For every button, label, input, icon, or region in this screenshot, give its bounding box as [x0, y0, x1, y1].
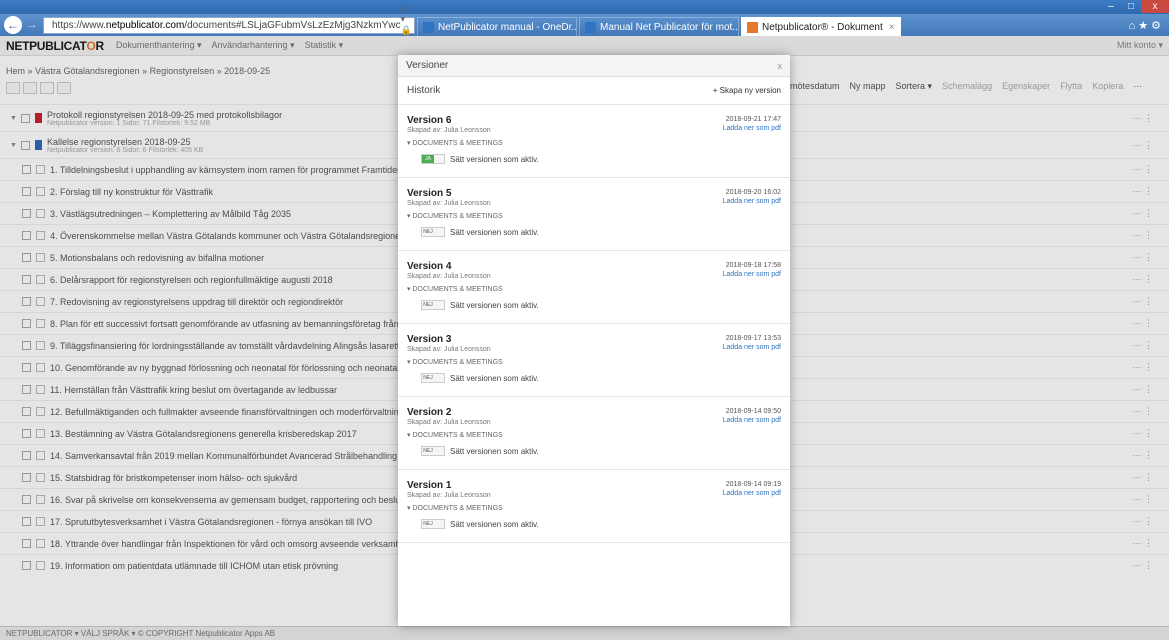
active-toggle-row: NEJ Sätt versionen som aktiv. [407, 373, 781, 383]
section-toggle[interactable]: ▾ DOCUMENTS & MEETINGS [407, 504, 781, 512]
version-item: Version 2 Skapad av: Julia Leonsson 2018-0… [398, 397, 790, 470]
version-list: Version 6 Skapad av: Julia Leonsson 2018-0… [398, 105, 790, 543]
url-domain: netpublicator.com [105, 19, 185, 31]
version-date: 2018-09-14 09:50 [725, 408, 781, 415]
versions-dialog: Versioner x Historik + Skapa ny version … [398, 55, 790, 626]
forward-icon[interactable]: → [25, 18, 39, 32]
download-pdf-link[interactable]: Ladda ner som pdf [723, 271, 781, 278]
active-toggle[interactable]: NEJ [421, 519, 445, 529]
history-bar: Historik + Skapa ny version [398, 77, 790, 105]
download-pdf-link[interactable]: Ladda ner som pdf [723, 198, 781, 205]
section-toggle[interactable]: ▾ DOCUMENTS & MEETINGS [407, 358, 781, 366]
browser-tab[interactable]: Netpublicator® - Dokument × [741, 17, 901, 36]
toggle-knob: NEJ [423, 448, 433, 454]
tab-label: Netpublicator® - Dokument [762, 21, 883, 33]
tab-favicon-icon [423, 21, 434, 33]
tab-close-icon[interactable]: × [889, 22, 895, 33]
active-toggle[interactable]: NEJ [421, 373, 445, 383]
window-controls: – □ x [1101, 0, 1169, 13]
download-pdf-link[interactable]: Ladda ner som pdf [723, 344, 781, 351]
dialog-header: Versioner x [398, 55, 790, 77]
tab-favicon-icon [747, 21, 758, 33]
toggle-knob: JA [422, 155, 434, 163]
download-pdf-link[interactable]: Ladda ner som pdf [723, 417, 781, 424]
section-toggle[interactable]: ▾ DOCUMENTS & MEETINGS [407, 139, 781, 147]
version-item: Version 5 Skapad av: Julia Leonsson 2018-0… [398, 178, 790, 251]
back-icon[interactable]: ← [4, 16, 22, 34]
download-pdf-link[interactable]: Ladda ner som pdf [723, 125, 781, 132]
url-prefix: https://www. [52, 19, 106, 31]
browser-toolbar: ← → https://www. netpublicator.com/docume… [0, 4, 1169, 46]
toggle-label: Sätt versionen som aktiv. [450, 227, 539, 237]
create-version-button[interactable]: + Skapa ny version [713, 86, 781, 95]
toggle-label: Sätt versionen som aktiv. [450, 373, 539, 383]
address-bar[interactable]: https://www. netpublicator.com/documents#… [43, 4, 415, 46]
close-icon[interactable]: x [778, 61, 783, 71]
tab-label: Manual Net Publicator för mot... [600, 21, 739, 33]
toggle-knob: NEJ [423, 375, 433, 381]
minimize-button[interactable]: – [1101, 0, 1121, 13]
toggle-label: Sätt versionen som aktiv. [450, 300, 539, 310]
version-item: Version 6 Skapad av: Julia Leonsson 2018-0… [398, 105, 790, 178]
window-titlebar: – □ x [0, 0, 1169, 14]
tab-label: NetPublicator manual - OneDr... [438, 21, 577, 33]
history-label: Historik [407, 85, 441, 96]
active-toggle[interactable]: NEJ [421, 300, 445, 310]
version-date: 2018-09-21 17:47 [725, 116, 781, 123]
version-date: 2018-09-20 16:02 [725, 189, 781, 196]
toggle-label: Sätt versionen som aktiv. [450, 154, 539, 164]
maximize-button[interactable]: □ [1121, 0, 1141, 13]
active-toggle[interactable]: NEJ [421, 227, 445, 237]
active-toggle-row: NEJ Sätt versionen som aktiv. [407, 300, 781, 310]
toggle-knob: NEJ [423, 521, 433, 527]
url-path: /documents#LSLjaGFubmVsLzEzMjg3NzkmYwc [184, 19, 401, 31]
toggle-knob: NEJ [423, 302, 433, 308]
active-toggle-row: NEJ Sätt versionen som aktiv. [407, 227, 781, 237]
download-pdf-link[interactable]: Ladda ner som pdf [723, 490, 781, 497]
dialog-title: Versioner [406, 60, 449, 71]
active-toggle-row: JA Sätt versionen som aktiv. [407, 154, 781, 164]
active-toggle-row: NEJ Sätt versionen som aktiv. [407, 446, 781, 456]
section-toggle[interactable]: ▾ DOCUMENTS & MEETINGS [407, 212, 781, 220]
browser-tabs: NetPublicator manual - OneDr... Manual Ne… [415, 14, 901, 36]
section-toggle[interactable]: ▾ DOCUMENTS & MEETINGS [407, 431, 781, 439]
version-item: Version 1 Skapad av: Julia Leonsson 2018-0… [398, 470, 790, 543]
toggle-label: Sätt versionen som aktiv. [450, 519, 539, 529]
tab-favicon-icon [585, 21, 596, 33]
section-toggle[interactable]: ▾ DOCUMENTS & MEETINGS [407, 285, 781, 293]
browser-tab[interactable]: NetPublicator manual - OneDr... [417, 17, 577, 36]
active-toggle[interactable]: JA [421, 154, 445, 164]
version-item: Version 4 Skapad av: Julia Leonsson 2018-0… [398, 251, 790, 324]
close-window-button[interactable]: x [1141, 0, 1169, 13]
active-toggle[interactable]: NEJ [421, 446, 445, 456]
browser-icons[interactable]: ⌂ ★ ⚙ [1129, 19, 1161, 32]
version-date: 2018-09-17 13:53 [725, 335, 781, 342]
active-toggle-row: NEJ Sätt versionen som aktiv. [407, 519, 781, 529]
version-item: Version 3 Skapad av: Julia Leonsson 2018-0… [398, 324, 790, 397]
browser-tab[interactable]: Manual Net Publicator för mot... [579, 17, 739, 36]
version-date: 2018-09-18 17:58 [725, 262, 781, 269]
version-date: 2018-09-14 09:19 [725, 481, 781, 488]
toggle-label: Sätt versionen som aktiv. [450, 446, 539, 456]
toggle-knob: NEJ [423, 229, 433, 235]
